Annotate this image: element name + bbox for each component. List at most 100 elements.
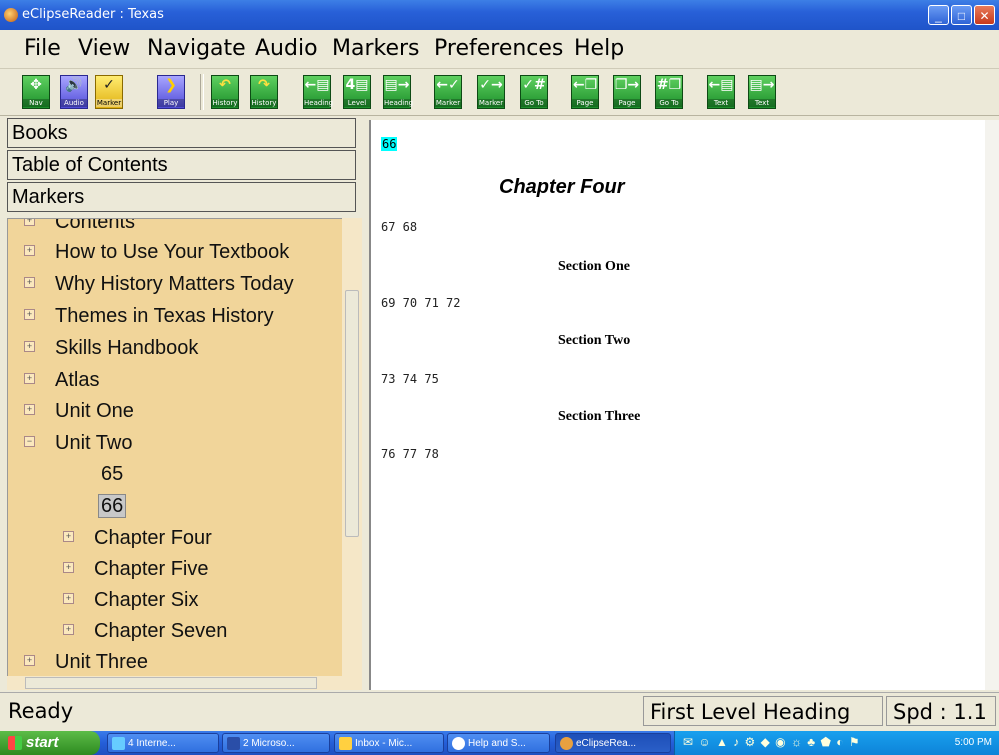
heading-next-button[interactable]: ▤→ Heading <box>383 75 413 109</box>
content-vertical-scrollbar[interactable] <box>985 120 999 690</box>
scrollbar-thumb[interactable] <box>25 677 317 689</box>
expand-icon[interactable]: + <box>24 277 35 289</box>
page-prev-icon: ←❐ <box>572 77 598 93</box>
title-bar[interactable]: eClipseReader : Texas _ □ ✕ <box>0 0 999 30</box>
toolbar: ✥ Nav 🔊 Audio ✓ Marker ❯ Play ↶ History ↷ Hist… <box>0 69 999 116</box>
toc-tree[interactable]: + Contents + How to Use Your Textbook + Why… <box>7 218 362 690</box>
expand-icon[interactable]: + <box>24 245 35 257</box>
speaker-icon: 🔊 <box>65 77 83 93</box>
menu-bar: File View Navigate Audio Markers Prefere… <box>0 30 999 69</box>
page-numbers: 76 77 78 <box>381 447 439 461</box>
expand-icon[interactable]: + <box>24 655 35 667</box>
marker-next-icon: ✓→ <box>479 77 503 93</box>
expand-icon[interactable]: + <box>63 531 74 543</box>
menu-audio[interactable]: Audio <box>255 36 318 61</box>
tree-item[interactable]: + Skills Handbook <box>24 333 198 363</box>
tree-item-selected[interactable]: 66 <box>98 491 127 521</box>
taskbar-item-eclipsereader[interactable]: eClipseRea... <box>555 733 671 753</box>
tree-item[interactable]: + Themes in Texas History <box>24 301 274 331</box>
system-tray: ✉ ☺ ▲ ♪ ⚙ ◆ ◉ ☼ ♣ ⬟ ◐ ⚑ 5:00 PM <box>674 731 999 755</box>
menu-markers[interactable]: Markers <box>332 36 420 61</box>
history-back-button[interactable]: ↶ History <box>211 75 239 109</box>
menu-view[interactable]: View <box>78 36 130 61</box>
page-numbers: 73 74 75 <box>381 372 439 386</box>
tree-item[interactable]: + Atlas <box>24 365 99 395</box>
tree-item[interactable]: + How to Use Your Textbook <box>24 237 289 267</box>
markers-tab[interactable]: Markers <box>7 182 356 212</box>
windows-logo-icon <box>8 736 22 750</box>
page-next-icon: ❐→ <box>614 77 640 93</box>
taskbar-item-help[interactable]: Help and S... <box>447 733 550 753</box>
audio-button[interactable]: 🔊 Audio <box>60 75 88 109</box>
help-icon <box>452 737 465 750</box>
text-next-button[interactable]: ▤→ Text <box>748 75 776 109</box>
expand-icon[interactable]: + <box>63 593 74 605</box>
heading-prev-button[interactable]: ←▤ Heading <box>303 75 333 109</box>
section-heading: Section One <box>558 259 630 274</box>
toolbar-separator <box>200 74 204 110</box>
speed-indicator: Spd : 1.1 <box>886 696 996 726</box>
menu-help[interactable]: Help <box>574 36 624 61</box>
page-goto-button[interactable]: #❐ Go To <box>655 75 683 109</box>
tree-item[interactable]: − Unit Two <box>24 428 132 458</box>
tree-item[interactable]: + Unit One <box>24 396 134 426</box>
page-prev-button[interactable]: ←❐ Page <box>571 75 599 109</box>
nav-button[interactable]: ✥ Nav <box>22 75 50 109</box>
expand-icon[interactable]: + <box>24 373 35 385</box>
expand-icon[interactable]: + <box>24 341 35 353</box>
minimize-button[interactable]: _ <box>928 5 949 25</box>
tree-item[interactable]: + Chapter Four <box>63 523 212 553</box>
tree-vertical-scrollbar[interactable] <box>342 218 362 690</box>
scrollbar-thumb[interactable] <box>345 290 359 537</box>
expand-icon[interactable]: + <box>24 404 35 416</box>
tree-item[interactable]: + Contents <box>24 219 135 237</box>
collapse-icon[interactable]: − <box>24 436 35 448</box>
navigation-mode: First Level Heading <box>643 696 883 726</box>
menu-preferences[interactable]: Preferences <box>434 36 563 61</box>
taskbar-item-internet-explorer[interactable]: 4 Interne... <box>107 733 219 753</box>
tree-item[interactable]: + Chapter Five <box>63 554 209 584</box>
menu-navigate[interactable]: Navigate <box>147 36 246 61</box>
expand-icon[interactable]: + <box>24 219 35 227</box>
play-button[interactable]: ❯ Play <box>157 75 185 109</box>
expand-icon[interactable]: + <box>63 624 74 636</box>
content-pane[interactable]: 66 Chapter Four 67 68 Section One 69 70 … <box>369 120 999 690</box>
text-prev-button[interactable]: ←▤ Text <box>707 75 735 109</box>
text-next-icon: ▤→ <box>749 77 775 93</box>
menu-file[interactable]: File <box>24 36 61 61</box>
heading-next-icon: ▤→ <box>384 77 410 93</box>
table-of-contents-tab[interactable]: Table of Contents <box>7 150 356 180</box>
marker-goto-icon: ✓# <box>522 77 546 93</box>
marker-goto-button[interactable]: ✓# Go To <box>520 75 548 109</box>
expand-icon[interactable]: + <box>63 562 74 574</box>
tree-item[interactable]: + Chapter Six <box>63 585 199 615</box>
play-icon: ❯ <box>165 77 177 93</box>
taskbar-item-word[interactable]: 2 Microso... <box>222 733 330 753</box>
undo-arrow-icon: ↶ <box>219 77 231 93</box>
level-button[interactable]: 4▤ Level <box>343 75 371 109</box>
status-bar: Ready First Level Heading Spd : 1.1 <box>0 692 999 729</box>
tree-horizontal-scrollbar[interactable] <box>7 676 342 690</box>
app-icon <box>4 8 18 22</box>
taskbar-item-inbox[interactable]: Inbox - Mic... <box>334 733 444 753</box>
tray-icons[interactable]: ✉ ☺ ▲ ♪ ⚙ ◆ ◉ ☼ ♣ ⬟ ◐ ⚑ <box>683 735 861 749</box>
tree-item[interactable]: + Why History Matters Today <box>24 269 294 299</box>
tree-item[interactable]: + Chapter Seven <box>63 616 227 646</box>
expand-icon[interactable]: + <box>24 309 35 321</box>
status-text: Ready <box>8 699 74 723</box>
maximize-button[interactable]: □ <box>951 5 972 25</box>
app-icon <box>560 737 573 750</box>
close-button[interactable]: ✕ <box>974 5 995 25</box>
redo-arrow-icon: ↷ <box>258 77 270 93</box>
page-next-button[interactable]: ❐→ Page <box>613 75 641 109</box>
marker-next-button[interactable]: ✓→ Marker <box>477 75 505 109</box>
tree-item[interactable]: 65 <box>101 459 123 489</box>
start-button[interactable]: start <box>0 731 100 755</box>
checkmark-icon: ✓ <box>103 77 115 93</box>
marker-prev-icon: ←✓ <box>436 77 460 93</box>
marker-prev-button[interactable]: ←✓ Marker <box>434 75 462 109</box>
tree-item[interactable]: + Unit Three <box>24 647 148 677</box>
books-tab[interactable]: Books <box>7 118 356 148</box>
history-forward-button[interactable]: ↷ History <box>250 75 278 109</box>
marker-button[interactable]: ✓ Marker <box>95 75 123 109</box>
